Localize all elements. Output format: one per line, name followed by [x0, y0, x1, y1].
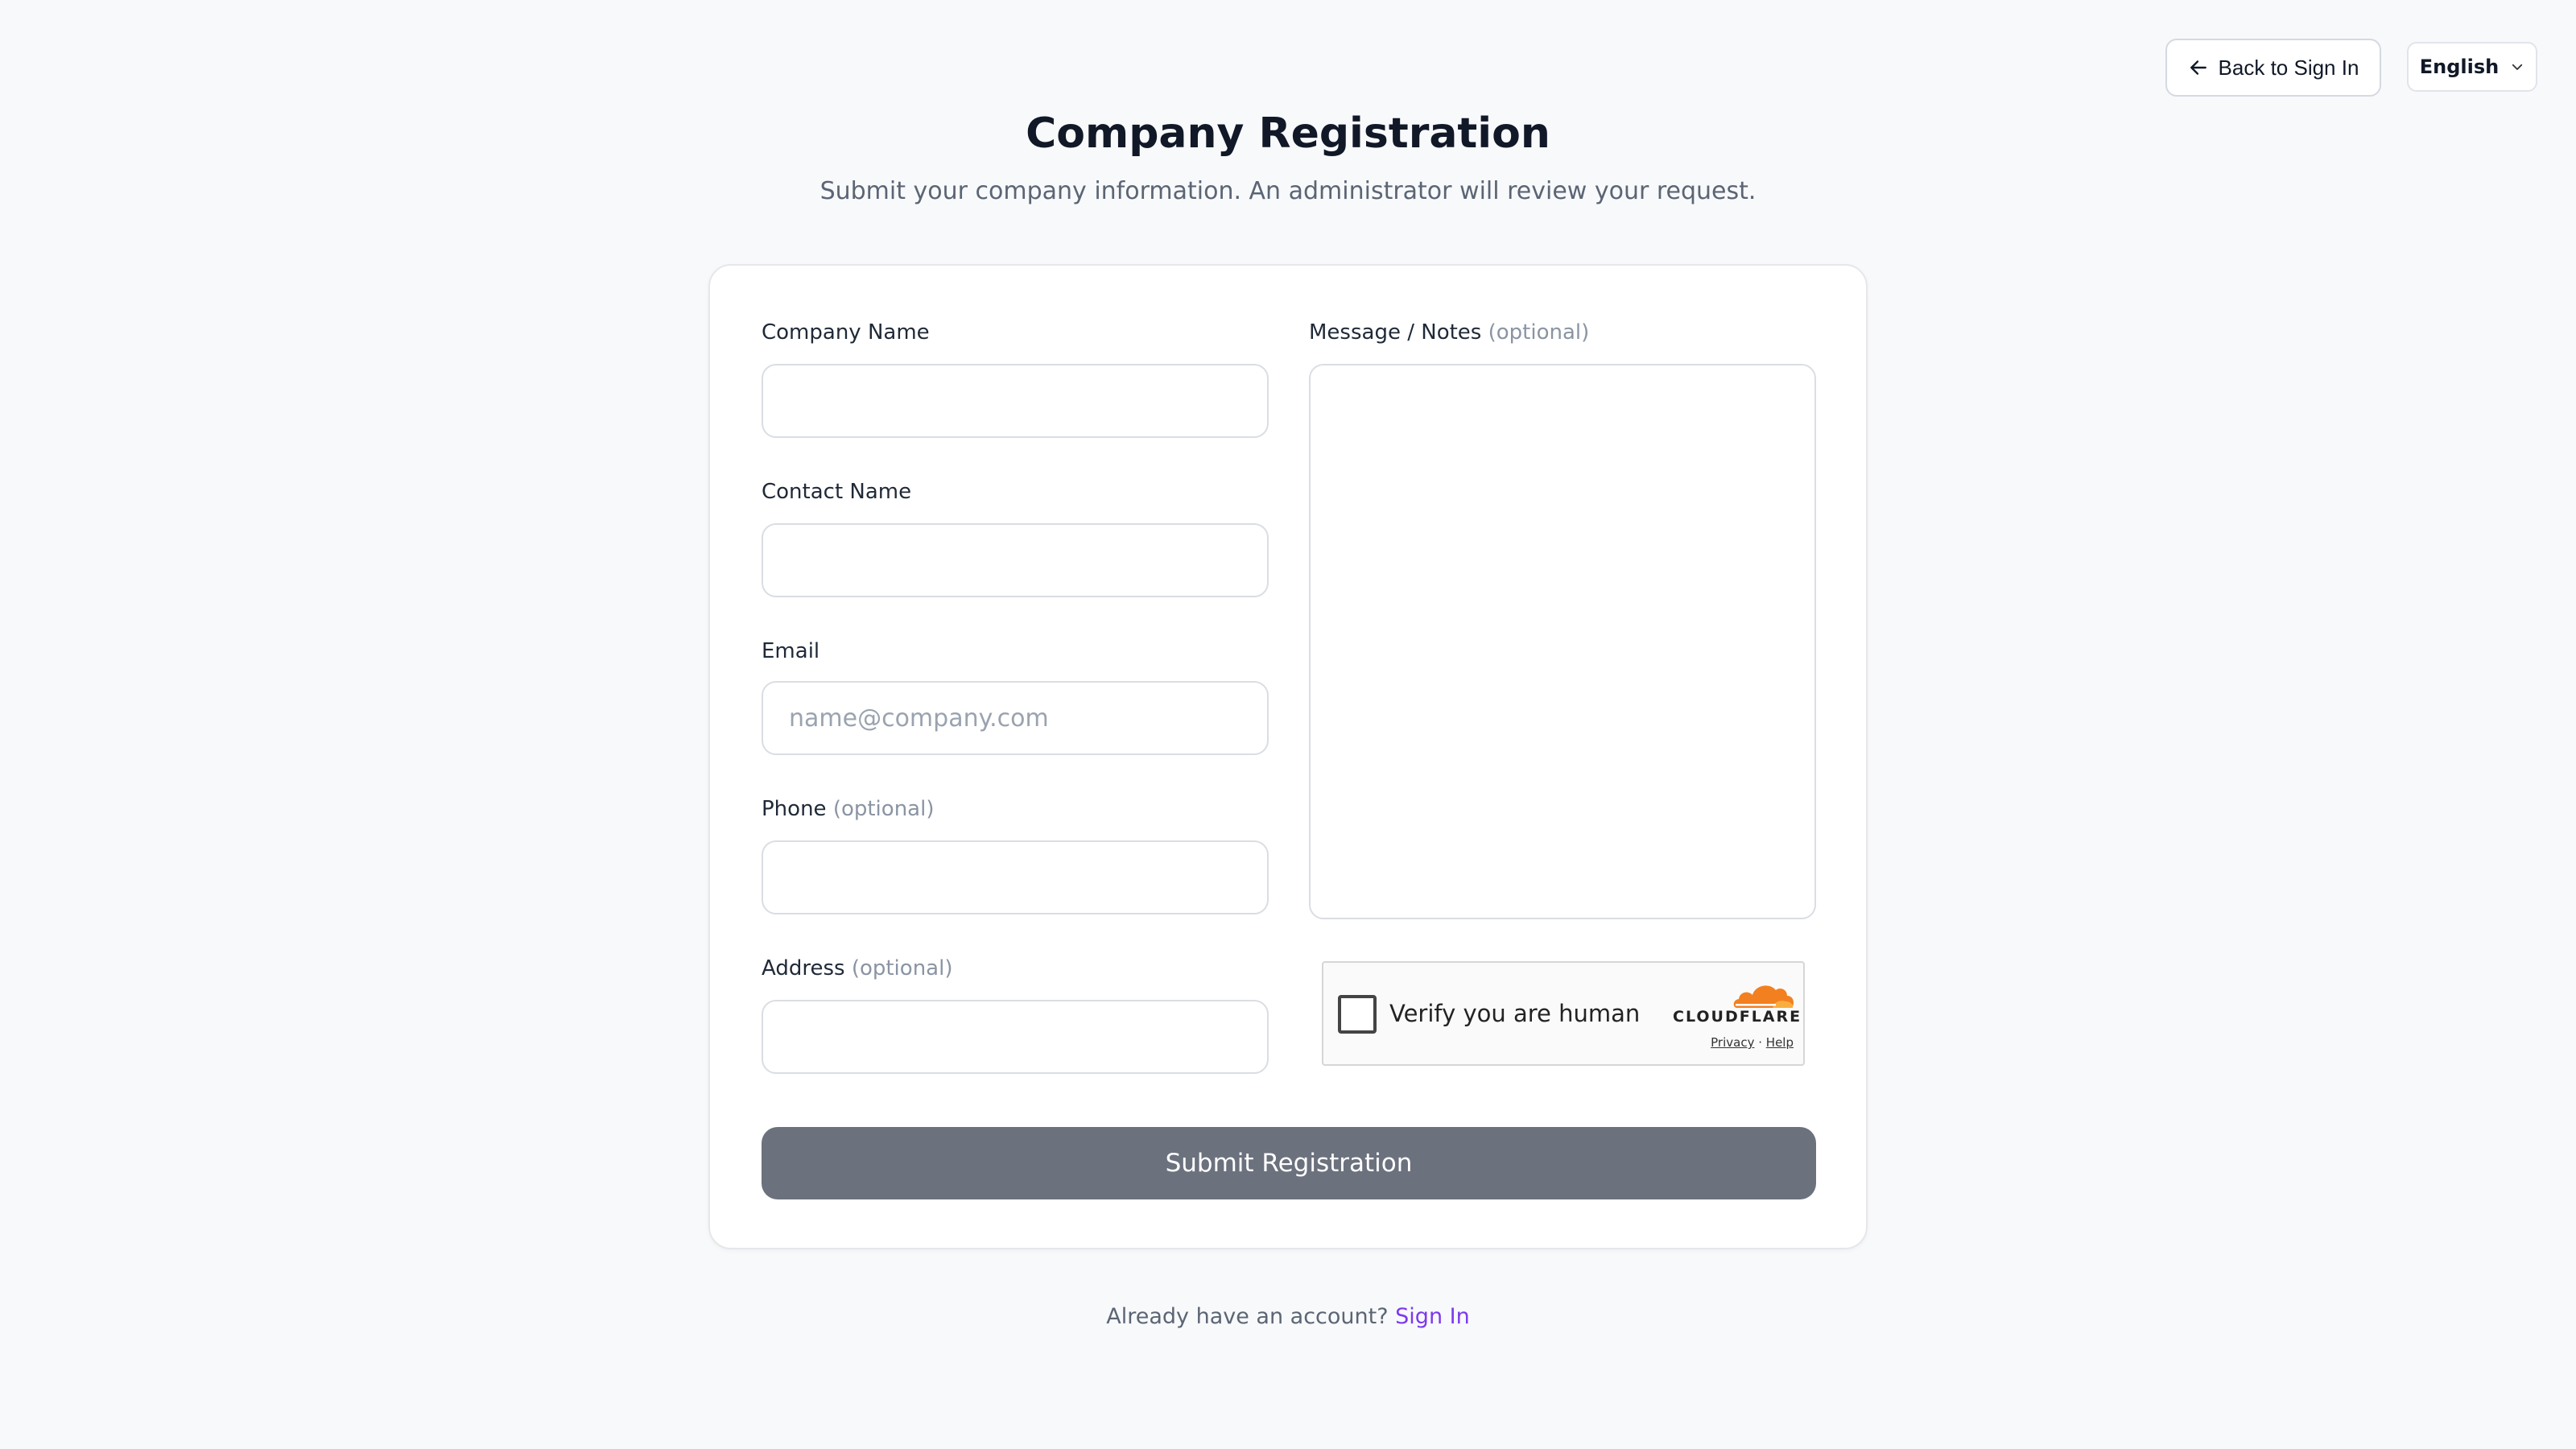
captcha-link-separator: ·	[1758, 1035, 1763, 1050]
footer-prompt-text: Already have an account?	[1106, 1304, 1389, 1329]
company-name-label-text: Company Name	[762, 320, 930, 345]
message-label-text: Message / Notes	[1309, 320, 1482, 345]
address-label: Address (optional)	[762, 956, 952, 980]
page-subtitle: Submit your company information. An admi…	[819, 177, 1757, 205]
captcha-help-link[interactable]: Help	[1766, 1035, 1794, 1050]
cloudflare-wordmark: CLOUDFLARE	[1673, 1008, 1802, 1026]
registration-page: Back to Sign In English Company Registra…	[0, 0, 2576, 1449]
cloudflare-cloud-icon	[1733, 985, 1794, 1008]
captcha-checkbox[interactable]	[1338, 995, 1377, 1034]
email-input[interactable]	[762, 681, 1269, 755]
phone-label: Phone (optional)	[762, 797, 934, 821]
submit-registration-button[interactable]: Submit Registration	[762, 1127, 1816, 1199]
address-optional-hint: (optional)	[851, 956, 953, 980]
chevron-down-icon	[2512, 64, 2523, 70]
message-textarea[interactable]	[1309, 364, 1816, 919]
captcha-text: Verify you are human	[1389, 1000, 1641, 1027]
contact-name-label-text: Contact Name	[762, 480, 912, 504]
back-button-label: Back to Sign In	[2218, 55, 2359, 80]
email-label: Email	[762, 639, 819, 663]
address-label-text: Address	[762, 956, 845, 980]
contact-name-input[interactable]	[762, 523, 1269, 597]
footer-sign-in-prompt: Already have an account? Sign In	[0, 1304, 2576, 1329]
captcha-links: Privacy · Help	[1673, 1035, 1794, 1050]
phone-input[interactable]	[762, 840, 1269, 914]
phone-optional-hint: (optional)	[832, 797, 935, 821]
cloudflare-logo: CLOUDFLARE Privacy · Help	[1673, 979, 1802, 1055]
email-label-text: Email	[762, 639, 820, 663]
registration-card: Company Name Contact Name Email Phone (o…	[708, 264, 1868, 1249]
phone-label-text: Phone	[762, 797, 827, 821]
page-title: Company Registration	[1026, 109, 1550, 158]
captcha-privacy-link[interactable]: Privacy	[1711, 1035, 1754, 1050]
address-input[interactable]	[762, 1000, 1269, 1074]
language-selected-label: English	[2419, 56, 2500, 78]
message-label: Message / Notes (optional)	[1309, 320, 1589, 345]
contact-name-label: Contact Name	[762, 480, 911, 504]
sign-in-link[interactable]: Sign In	[1395, 1304, 1470, 1329]
back-to-sign-in-button[interactable]: Back to Sign In	[2165, 39, 2381, 97]
company-name-label: Company Name	[762, 320, 930, 345]
language-select[interactable]: English	[2407, 42, 2537, 92]
arrow-left-icon	[2190, 60, 2207, 75]
message-optional-hint: (optional)	[1488, 320, 1590, 345]
company-name-input[interactable]	[762, 364, 1269, 438]
captcha-widget: Verify you are human CLOUDFLARE Privacy …	[1322, 961, 1805, 1066]
